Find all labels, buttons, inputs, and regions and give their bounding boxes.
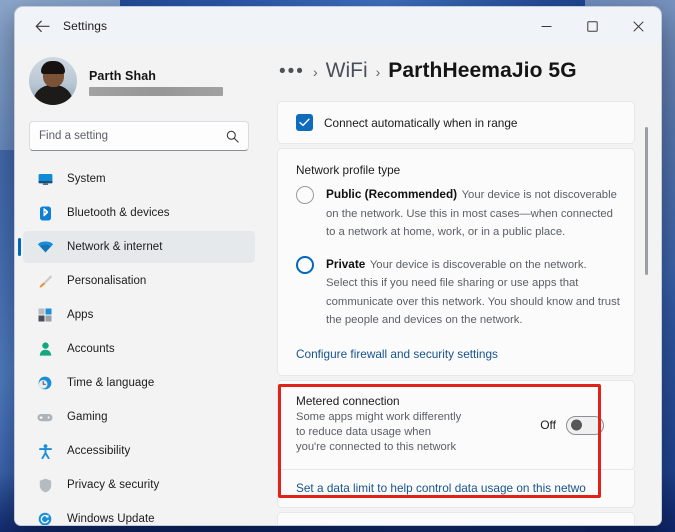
minimize-button[interactable]: [523, 7, 569, 45]
window-controls: [523, 7, 661, 45]
settings-window: Settings Parth Shah Find a setting Syste…: [14, 6, 662, 526]
connect-automatically-checkbox[interactable]: [296, 114, 313, 131]
apps-grid-icon: [35, 308, 55, 322]
window-body: Parth Shah Find a setting System Bluetoo…: [15, 45, 661, 525]
sidebar-item-label: Gaming: [67, 411, 108, 423]
title-bar: Settings: [15, 7, 661, 45]
sidebar-item-label: System: [67, 173, 106, 185]
sidebar-item-personalisation[interactable]: Personalisation: [23, 265, 255, 297]
sidebar-item-label: Accounts: [67, 343, 115, 355]
profile-text: Parth Shah: [89, 67, 223, 96]
sidebar: Parth Shah Find a setting System Bluetoo…: [15, 45, 263, 525]
sidebar-item-network-internet[interactable]: Network & internet: [18, 231, 255, 263]
content-scrollbar[interactable]: [641, 127, 653, 519]
radio-option-public[interactable]: Public (Recommended) Your device is not …: [296, 185, 620, 241]
update-refresh-icon: [35, 512, 55, 525]
paintbrush-icon: [35, 274, 55, 289]
maximize-button[interactable]: [569, 7, 615, 45]
public-label: Public (Recommended): [326, 187, 458, 201]
person-icon: [35, 342, 55, 356]
profile-name: Parth Shah: [89, 68, 156, 83]
connect-automatically-card: Connect automatically when in range: [277, 101, 635, 144]
sidebar-item-accounts[interactable]: Accounts: [23, 333, 255, 365]
sidebar-item-label: Bluetooth & devices: [67, 207, 170, 219]
close-button[interactable]: [615, 7, 661, 45]
gamepad-icon: [35, 412, 55, 423]
breadcrumb: ••• › WiFi › ParthHeemaJio 5G: [277, 45, 661, 101]
private-label: Private: [326, 256, 366, 271]
page-title: ParthHeemaJio 5G: [388, 59, 577, 82]
private-radio[interactable]: [296, 255, 314, 274]
sidebar-item-label: Time & language: [67, 377, 155, 389]
clock-globe-icon: [35, 376, 55, 390]
network-profile-card: Network profile type Public (Recommended…: [277, 148, 635, 376]
wifi-icon: [35, 241, 55, 253]
accessibility-person-icon: [35, 443, 55, 459]
random-hardware-addresses-card[interactable]: Random hardware addresses: [277, 511, 635, 526]
metered-toggle-group: Off: [540, 394, 618, 435]
window-title: Settings: [63, 19, 108, 33]
breadcrumb-parent-link[interactable]: WiFi: [326, 59, 368, 83]
data-limit-row: Set a data limit to help control data us…: [277, 469, 635, 508]
minimize-icon: [541, 25, 551, 27]
radio-option-private[interactable]: Private Your device is discoverable on t…: [296, 255, 620, 329]
network-profile-options: Public (Recommended) Your device is not …: [278, 185, 634, 329]
avatar: [29, 57, 77, 105]
sidebar-item-time-language[interactable]: Time & language: [23, 367, 255, 399]
public-text: Public (Recommended) Your device is not …: [326, 185, 620, 241]
sidebar-item-windows-update[interactable]: Windows Update: [23, 503, 255, 525]
user-profile[interactable]: Parth Shah: [15, 45, 263, 111]
metered-connection-card: Metered connection Some apps might work …: [277, 379, 635, 470]
monitor-icon: [35, 173, 55, 186]
sidebar-item-system[interactable]: System: [23, 163, 255, 195]
public-radio[interactable]: [296, 186, 314, 204]
network-profile-title: Network profile type: [296, 163, 401, 177]
metered-text: Metered connection Some apps might work …: [296, 394, 540, 455]
maximize-icon: [586, 20, 598, 32]
back-arrow-icon: [35, 20, 50, 32]
sidebar-item-apps[interactable]: Apps: [23, 299, 255, 331]
close-icon: [632, 20, 644, 32]
breadcrumb-overflow-button[interactable]: •••: [279, 62, 305, 81]
connect-automatically-label: Connect automatically when in range: [324, 115, 518, 130]
private-text: Private Your device is discoverable on t…: [326, 255, 620, 329]
checkmark-icon: [299, 118, 310, 127]
search-wrapper: [15, 111, 263, 151]
breadcrumb-separator: ›: [312, 64, 318, 80]
shield-icon: [35, 478, 55, 493]
sidebar-item-privacy-security[interactable]: Privacy & security: [23, 469, 255, 501]
back-button[interactable]: [27, 13, 57, 39]
scrollbar-thumb[interactable]: [645, 127, 648, 275]
sidebar-item-accessibility[interactable]: Accessibility: [23, 435, 255, 467]
configure-firewall-link[interactable]: Configure firewall and security settings: [278, 343, 634, 375]
data-limit-link[interactable]: Set a data limit to help control data us…: [296, 481, 586, 495]
sidebar-item-bluetooth-devices[interactable]: Bluetooth & devices: [23, 197, 255, 229]
metered-description: Some apps might work differently to redu…: [296, 410, 462, 453]
search-box[interactable]: [29, 121, 249, 151]
search-icon: [226, 130, 239, 143]
sidebar-item-label: Network & internet: [67, 241, 163, 253]
breadcrumb-separator: ›: [375, 64, 381, 80]
search-input[interactable]: [39, 130, 226, 142]
sidebar-item-label: Apps: [67, 309, 94, 321]
connect-automatically-row[interactable]: Connect automatically when in range: [278, 102, 634, 143]
random-hardware-addresses-title: Random hardware addresses: [296, 525, 451, 526]
metered-toggle[interactable]: [566, 415, 604, 435]
sidebar-item-label: Personalisation: [67, 275, 147, 287]
metered-title: Metered connection: [296, 393, 400, 408]
metered-toggle-state-label: Off: [540, 418, 556, 432]
sidebar-item-gaming[interactable]: Gaming: [23, 401, 255, 433]
sidebar-nav: System Bluetooth & devices Network & int…: [15, 163, 263, 525]
settings-cards: Connect automatically when in range Netw…: [277, 101, 661, 525]
profile-email-redacted: [89, 86, 223, 96]
bluetooth-icon: [35, 206, 55, 221]
sidebar-item-label: Accessibility: [67, 445, 131, 457]
sidebar-item-label: Windows Update: [67, 513, 155, 525]
private-description: Your device is discoverable on the netwo…: [326, 258, 620, 327]
content-pane: ••• › WiFi › ParthHeemaJio 5G Connect au…: [263, 45, 661, 525]
sidebar-item-label: Privacy & security: [67, 479, 160, 491]
